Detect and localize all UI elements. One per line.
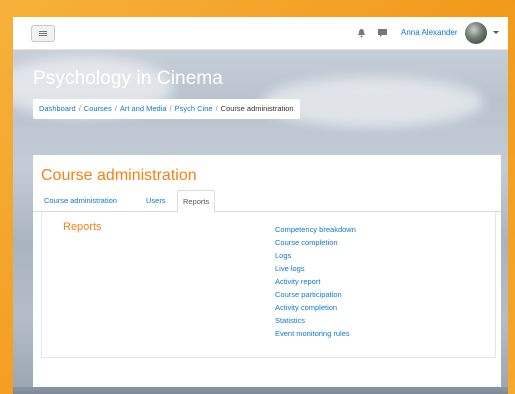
breadcrumb-dashboard[interactable]: Dashboard <box>39 104 76 113</box>
tab-course-administration[interactable]: Course administration <box>39 190 122 212</box>
hamburger-icon <box>39 31 47 36</box>
breadcrumb-separator: / <box>78 104 81 113</box>
breadcrumb-current: Course administration <box>220 104 294 113</box>
user-avatar[interactable] <box>465 22 487 44</box>
main-content-card: Course administration Course administrat… <box>33 155 501 394</box>
report-link-logs[interactable]: Logs <box>275 249 356 262</box>
browser-viewport: Anna Alexander Psychology in Cinema Dash… <box>13 17 508 394</box>
top-navbar: Anna Alexander <box>13 17 508 50</box>
user-name[interactable]: Anna Alexander <box>401 28 458 37</box>
report-link-activity-completion[interactable]: Activity completion <box>275 301 356 314</box>
tab-users[interactable]: Users <box>141 190 171 212</box>
reports-panel: Reports Competency breakdown Course comp… <box>41 212 496 358</box>
report-links-list: Competency breakdown Course completion L… <box>275 223 356 340</box>
report-link-competency-breakdown[interactable]: Competency breakdown <box>275 223 356 236</box>
breadcrumb-courses[interactable]: Courses <box>84 104 112 113</box>
breadcrumb-separator: / <box>215 104 218 113</box>
tab-bar: Course administration Users Reports <box>33 190 501 213</box>
report-link-statistics[interactable]: Statistics <box>275 314 356 327</box>
breadcrumb: Dashboard / Courses / Art and Media / Psych Ci… <box>33 99 300 119</box>
bell-icon[interactable] <box>356 28 367 38</box>
breadcrumb-psych-cine[interactable]: Psych Cine <box>175 104 213 113</box>
breadcrumb-art-and-media[interactable]: Art and Media <box>120 104 167 113</box>
hamburger-menu-button[interactable] <box>31 25 55 42</box>
page-title: Course administration <box>41 167 197 184</box>
report-link-course-participation[interactable]: Course participation <box>275 288 356 301</box>
section-title: Reports <box>63 221 102 233</box>
breadcrumb-separator: / <box>169 104 172 113</box>
site-title: Psychology in Cinema <box>33 68 223 89</box>
breadcrumb-separator: / <box>114 104 117 113</box>
bottom-strip <box>13 387 508 394</box>
report-link-activity-report[interactable]: Activity report <box>275 275 356 288</box>
report-link-event-monitoring-rules[interactable]: Event monitoring rules <box>275 327 356 340</box>
report-link-live-logs[interactable]: Live logs <box>275 262 356 275</box>
chevron-down-icon[interactable] <box>493 31 499 34</box>
report-link-course-completion[interactable]: Course completion <box>275 236 356 249</box>
chat-icon[interactable] <box>377 28 388 38</box>
tab-reports[interactable]: Reports <box>177 190 216 213</box>
